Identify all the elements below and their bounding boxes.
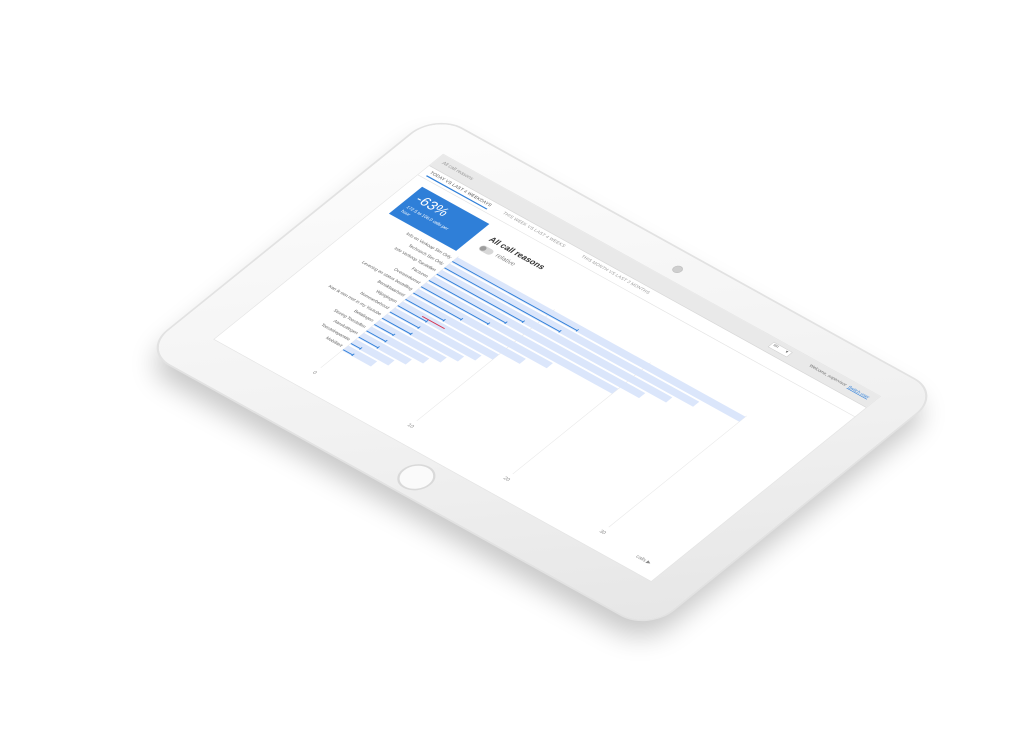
- x-tick-label: 0: [311, 370, 318, 375]
- language-value: en: [771, 343, 780, 349]
- x-tick-label: 20: [501, 476, 511, 483]
- relative-toggle[interactable]: [477, 244, 496, 256]
- grid-line: [608, 415, 747, 528]
- tablet-device: All call reasons en ▼ Welcome, superviso…: [144, 114, 940, 630]
- x-tick-label: 30: [597, 529, 607, 536]
- chevron-down-icon: ▼: [783, 350, 790, 355]
- toggle-knob: [478, 245, 488, 252]
- x-tick-label: 10: [405, 423, 415, 430]
